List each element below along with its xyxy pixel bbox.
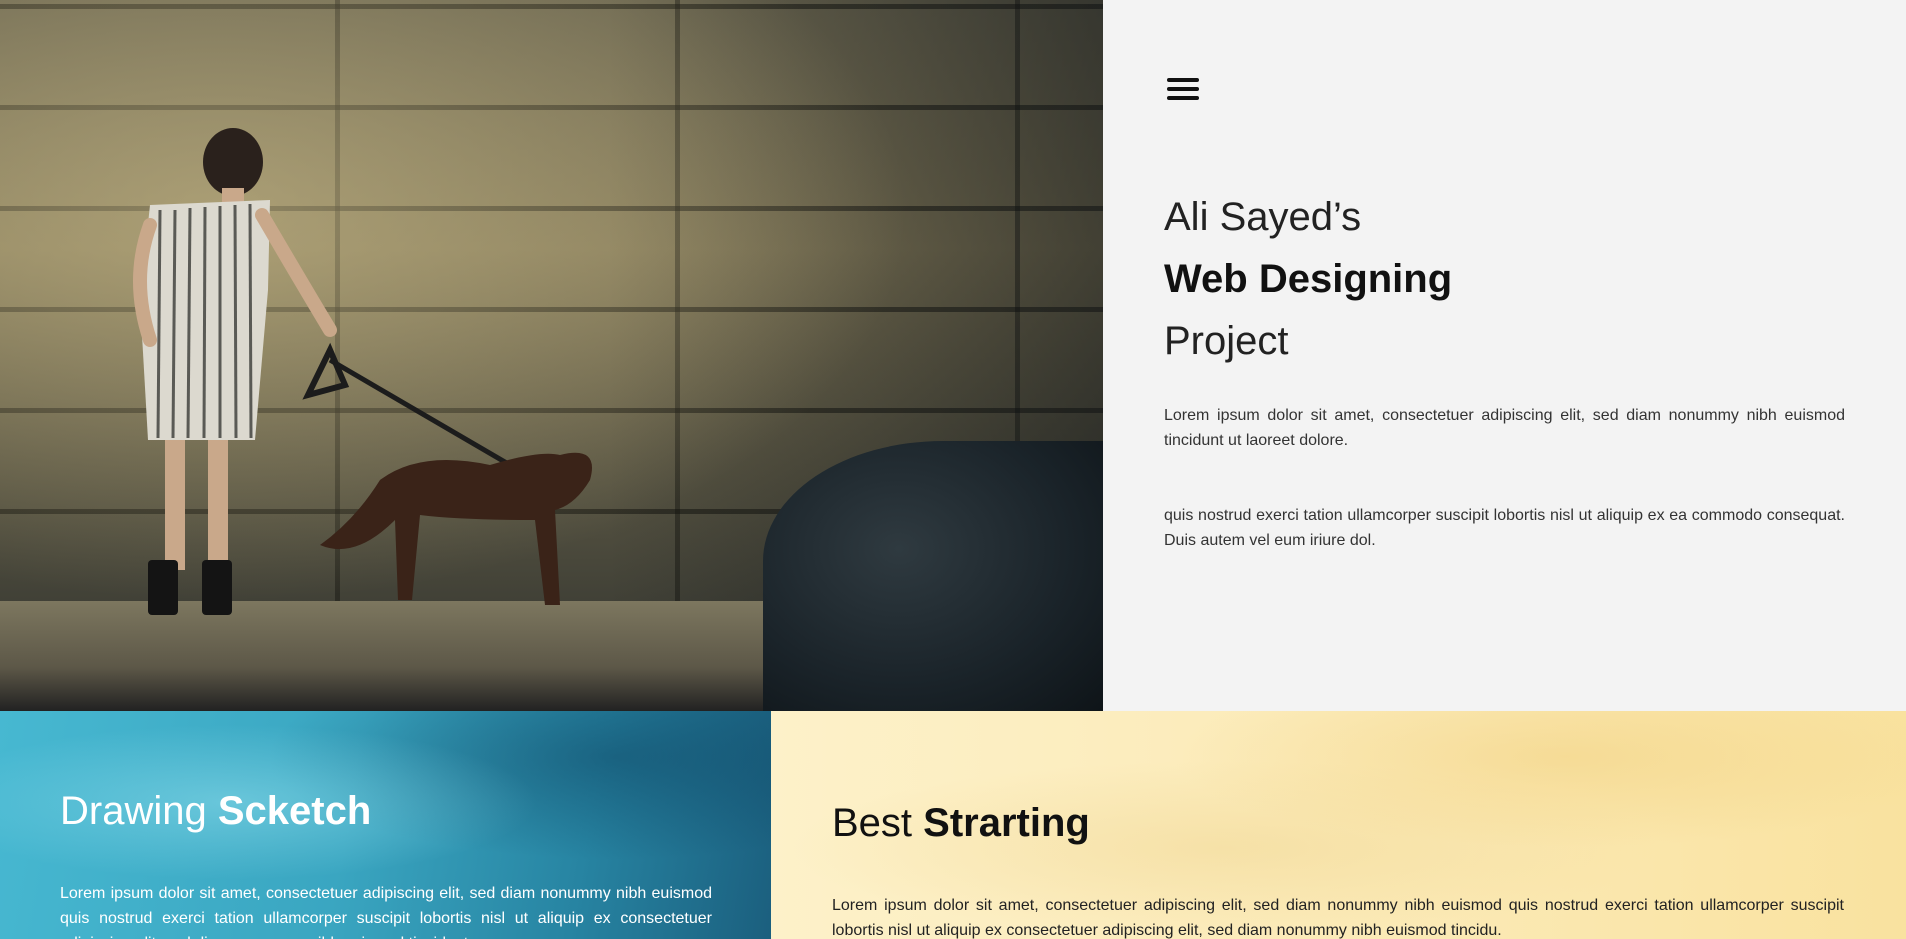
intro-panel: Ali Sayed’s Web Designing Project Lorem …: [1103, 0, 1906, 711]
title-line-2: Web Designing: [1164, 257, 1453, 301]
drawing-sketch-card: Drawing Scketch Lorem ipsum dolor sit am…: [0, 711, 771, 939]
page-title: Ali Sayed’s Web Designing Project: [1164, 186, 1452, 372]
hero-photo: [0, 0, 1103, 711]
intro-paragraph-2: quis nostrud exerci tation ullamcorper s…: [1164, 507, 1845, 549]
title-line-1: Ali Sayed’s: [1164, 195, 1362, 239]
card-title-light: Best: [832, 801, 924, 845]
card-title: Drawing Scketch: [60, 789, 371, 834]
card-title-bold: Strarting: [923, 801, 1090, 845]
menu-bar: [1167, 78, 1199, 82]
card-title-bold: Scketch: [217, 789, 372, 833]
title-line-3: Project: [1164, 319, 1289, 363]
hamburger-menu-icon[interactable]: [1167, 78, 1199, 106]
card-text: Lorem ipsum dolor sit amet, consectetuer…: [832, 897, 1844, 939]
menu-bar: [1167, 96, 1199, 100]
intro-paragraph-1: Lorem ipsum dolor sit amet, consectetuer…: [1164, 407, 1845, 449]
figure-illustration: [133, 128, 592, 615]
menu-bar: [1167, 87, 1199, 91]
best-starting-card: Best Strarting Lorem ipsum dolor sit ame…: [771, 711, 1906, 939]
card-title-light: Drawing: [60, 789, 218, 833]
card-title: Best Strarting: [832, 801, 1090, 846]
card-text: Lorem ipsum dolor sit amet, consectetuer…: [60, 885, 712, 939]
